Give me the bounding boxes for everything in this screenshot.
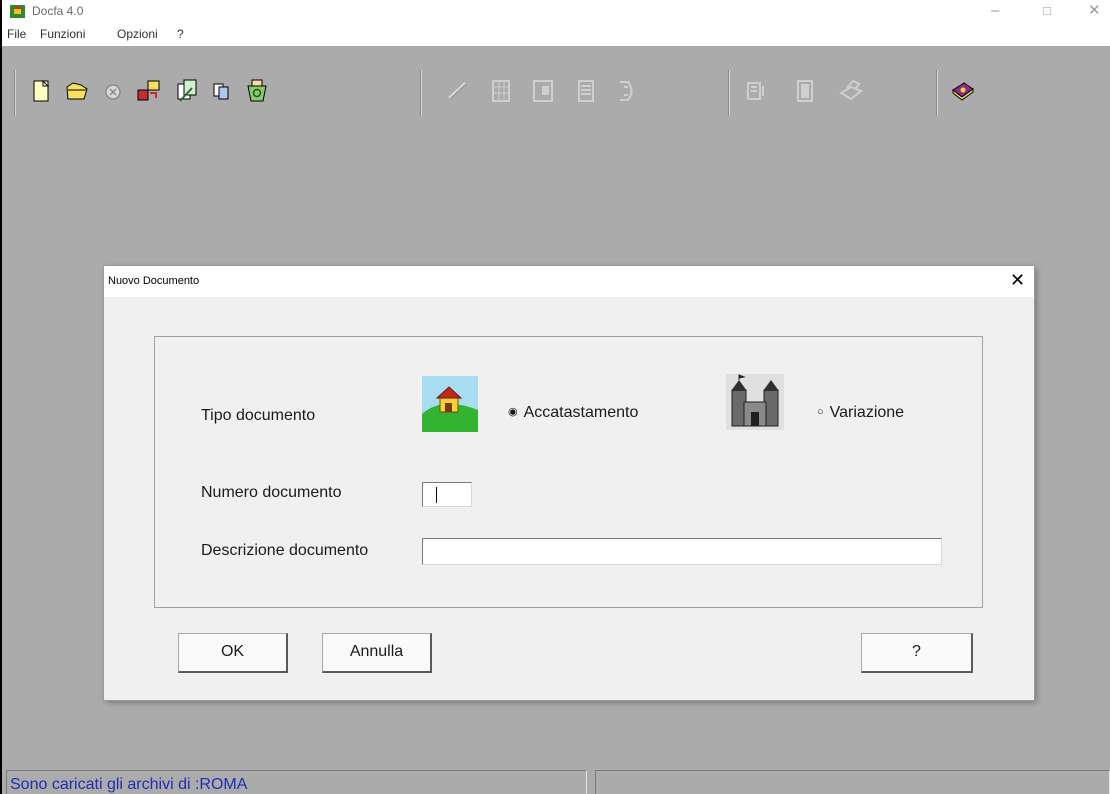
toolbar-separator <box>936 70 938 116</box>
radio-unselected-icon: ○ <box>817 406 824 418</box>
descrizione-documento-field[interactable] <box>422 538 942 565</box>
edit-pages-icon[interactable] <box>174 78 200 104</box>
ok-button[interactable]: OK <box>178 633 288 673</box>
radio-selected-icon: ◉ <box>508 406 518 418</box>
numero-documento-label: Numero documento <box>201 484 342 501</box>
import-export-icon[interactable] <box>136 78 162 104</box>
check-disabled-icon <box>448 82 467 100</box>
descrizione-documento-label: Descrizione documento <box>201 542 369 559</box>
status-text: Sono caricati gli archivi di :ROMA <box>10 776 248 793</box>
toolbar-separator <box>420 70 422 116</box>
variazione-label: Variazione <box>829 404 905 421</box>
help-book-icon[interactable] <box>950 78 976 104</box>
menu-opzioni[interactable]: Opzioni <box>117 27 158 41</box>
title-bar <box>2 0 1110 46</box>
open-folder-icon[interactable] <box>64 78 90 104</box>
variazione-radio[interactable]: ○ Variazione <box>817 404 904 422</box>
layout-disabled-icon <box>533 80 553 102</box>
menu-help[interactable]: ? <box>177 27 184 41</box>
printer-disabled-icon <box>839 79 863 101</box>
menu-funzioni[interactable]: Funzioni <box>40 27 85 41</box>
copy-icon[interactable] <box>208 78 234 104</box>
dialog-close-button[interactable]: ✕ <box>1010 270 1025 291</box>
cancel-circle-icon[interactable] <box>100 78 126 104</box>
menu-file[interactable]: File <box>7 27 26 41</box>
list-disabled-icon <box>578 80 594 102</box>
help-button[interactable]: ? <box>861 633 973 673</box>
accatastamento-label: Accatastamento <box>523 404 639 421</box>
close-window-button[interactable]: ✕ <box>1088 3 1101 18</box>
toolbar-separator <box>728 70 730 116</box>
plan-disabled-icon <box>620 81 633 101</box>
house-hill-icon <box>422 376 478 432</box>
toolbar-separator <box>14 70 16 116</box>
status-pane-secondary <box>595 770 1110 794</box>
dialog-title-bar <box>104 266 1034 297</box>
document-disabled-icon <box>797 80 813 102</box>
numero-documento-field[interactable] <box>422 482 472 507</box>
text-caret <box>436 487 437 503</box>
castle-icon <box>726 374 784 430</box>
app-title: Docfa 4.0 <box>32 4 84 18</box>
annulla-button[interactable]: Annulla <box>322 633 432 673</box>
accatastamento-radio[interactable]: ◉ Accatastamento <box>508 404 638 422</box>
tipo-documento-label: Tipo documento <box>201 407 316 424</box>
print-preview-disabled-icon <box>747 82 764 100</box>
new-document-icon[interactable] <box>28 78 54 104</box>
nuovo-documento-dialog: Nuovo Documento ✕ Tipo documento ◉ Accata… <box>104 266 1034 700</box>
minimize-button[interactable]: – <box>991 3 999 18</box>
grid-disabled-icon <box>492 80 510 102</box>
recycle-archive-icon[interactable] <box>244 78 270 104</box>
document-group-box <box>154 336 983 608</box>
app-icon <box>10 5 25 18</box>
maximize-button[interactable]: □ <box>1043 4 1051 18</box>
dialog-title: Nuovo Documento <box>108 275 200 287</box>
